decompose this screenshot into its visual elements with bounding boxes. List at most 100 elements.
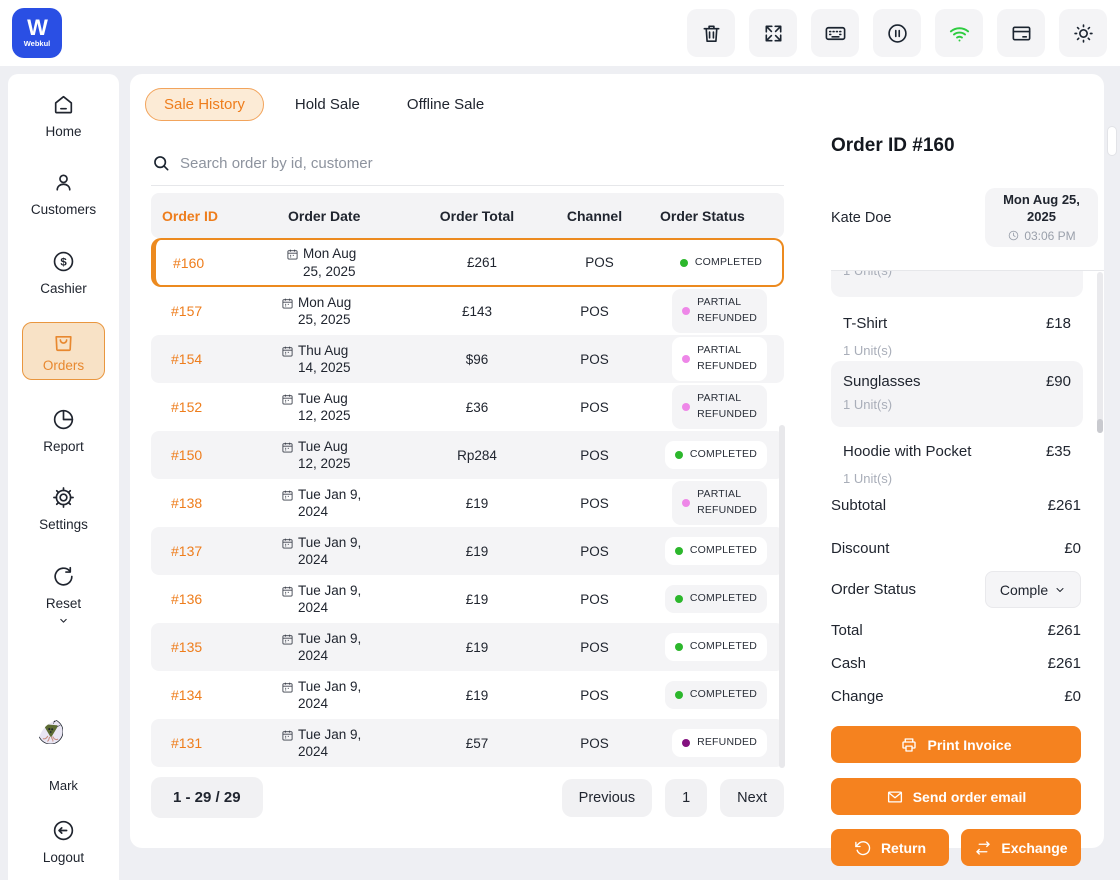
sidebar-item-report[interactable]: Report [8, 407, 119, 454]
table-row[interactable]: #138Tue Jan 9, 2024£19POSPARTIAL REFUNDE… [151, 479, 784, 527]
card-machine-icon[interactable] [997, 9, 1045, 57]
order-id-link[interactable]: #152 [151, 399, 277, 415]
order-total-cell: £143 [417, 304, 537, 319]
calendar-icon [281, 582, 294, 598]
order-id-link[interactable]: #131 [151, 735, 277, 751]
item-price: £90 [1046, 373, 1071, 390]
sidebar-item-settings[interactable]: Settings [8, 485, 119, 532]
order-id-link[interactable]: #135 [151, 639, 277, 655]
order-id-link[interactable]: #160 [156, 255, 282, 271]
cash-label: Cash [831, 655, 866, 672]
cash-value: £261 [1048, 655, 1081, 672]
order-total-cell: £19 [417, 544, 537, 559]
sidebar-item-orders[interactable]: Orders [22, 322, 105, 380]
return-button[interactable]: Return [831, 829, 949, 866]
search-input[interactable] [180, 155, 784, 172]
channel-cell: POS [537, 352, 652, 367]
sidebar-item-logout[interactable]: Logout [8, 818, 119, 865]
print-invoice-button[interactable]: Print Invoice [831, 726, 1081, 763]
sidebar-item-customers[interactable]: Customers [8, 170, 119, 217]
status-dot-icon [675, 547, 683, 555]
order-details-title: Order ID #160 [831, 135, 955, 157]
order-status-select[interactable]: Comple [985, 571, 1081, 608]
return-icon [854, 839, 872, 857]
pause-icon[interactable] [873, 9, 921, 57]
current-page-button[interactable]: 1 [665, 779, 707, 817]
order-status-cell: PARTIAL REFUNDED [652, 481, 784, 525]
exchange-button[interactable]: Exchange [961, 829, 1081, 866]
tab-hold-sale[interactable]: Hold Sale [295, 96, 360, 113]
order-id-link[interactable]: #138 [151, 495, 277, 511]
order-id-link[interactable]: #136 [151, 591, 277, 607]
table-row[interactable]: #131Tue Jan 9, 2024£57POSREFUNDED [151, 719, 784, 767]
keyboard-icon[interactable] [811, 9, 859, 57]
channel-cell: POS [537, 544, 652, 559]
next-page-button[interactable]: Next [720, 779, 784, 817]
order-id-link[interactable]: #137 [151, 543, 277, 559]
items-scrollbar[interactable] [1097, 272, 1103, 433]
channel-cell: POS [537, 592, 652, 607]
table-row[interactable]: #135Tue Jan 9, 2024£19POSCOMPLETED [151, 623, 784, 671]
order-id-link[interactable]: #157 [151, 303, 277, 319]
table-row[interactable]: #160Mon Aug 25, 2025£261POSCOMPLETED [151, 238, 784, 287]
calendar-icon [281, 630, 294, 646]
order-status-cell: PARTIAL REFUNDED [652, 289, 784, 333]
sidebar-item-reset[interactable]: Reset [8, 564, 119, 627]
order-date-cell: Tue Jan 9, 2024 [277, 582, 417, 617]
status-dot-icon [682, 403, 690, 411]
chevron-down-icon [57, 614, 70, 627]
channel-cell: POS [542, 255, 657, 270]
order-date-cell: Tue Jan 9, 2024 [277, 726, 417, 761]
logo-letter: W [27, 18, 47, 38]
tab-sale-history[interactable]: Sale History [145, 88, 264, 121]
table-row[interactable]: #152Tue Aug 12, 2025£36POSPARTIAL REFUND… [151, 383, 784, 431]
order-status-cell: COMPLETED [652, 585, 784, 613]
trash-icon[interactable] [687, 9, 735, 57]
wifi-icon[interactable] [935, 9, 983, 57]
calendar-icon [281, 294, 294, 310]
pagination-range: 1 - 29 / 29 [151, 777, 263, 818]
table-row[interactable]: #154Thu Aug 14, 2025$96POSPARTIAL REFUND… [151, 335, 784, 383]
sidebar-item-cashier[interactable]: $Cashier [8, 249, 119, 296]
table-row[interactable]: #157Mon Aug 25, 2025£143POSPARTIAL REFUN… [151, 287, 784, 335]
previous-page-button[interactable]: Previous [562, 779, 652, 817]
subtotal-row: Subtotal £261 [831, 497, 1081, 514]
customers-icon [51, 170, 76, 195]
table-row[interactable]: #137Tue Jan 9, 2024£19POSCOMPLETED [151, 527, 784, 575]
send-order-email-button[interactable]: Send order email [831, 778, 1081, 815]
calendar-icon [281, 486, 294, 502]
calendar-icon [281, 726, 294, 742]
channel-cell: POS [537, 448, 652, 463]
order-id-link[interactable]: #150 [151, 447, 277, 463]
envelope-icon [886, 788, 904, 806]
calendar-icon [281, 390, 294, 406]
sidebar: Home Customers $Cashier Orders Report Setting… [8, 74, 119, 880]
order-date-cell: Tue Jan 9, 2024 [277, 630, 417, 665]
order-id-link[interactable]: #134 [151, 687, 277, 703]
window-scrollbar-thumb[interactable] [1107, 126, 1117, 156]
status-badge: PARTIAL REFUNDED [672, 385, 767, 429]
printer-icon [900, 736, 918, 754]
sidebar-user[interactable]: Mark [8, 719, 119, 793]
fullscreen-icon[interactable] [749, 9, 797, 57]
table-scrollbar[interactable] [779, 425, 785, 768]
header-order-total: Order Total [417, 208, 537, 224]
table-row[interactable]: #136Tue Jan 9, 2024£19POSCOMPLETED [151, 575, 784, 623]
discount-value: £0 [1064, 540, 1081, 557]
calendar-icon [281, 438, 294, 454]
table-row[interactable]: #134Tue Jan 9, 2024£19POSCOMPLETED [151, 671, 784, 719]
header-channel: Channel [537, 208, 652, 224]
table-body: #160Mon Aug 25, 2025£261POSCOMPLETED#157… [151, 238, 784, 767]
status-badge: COMPLETED [665, 441, 767, 469]
order-total-cell: £19 [417, 640, 537, 655]
sidebar-item-home[interactable]: Home [8, 92, 119, 139]
table-row[interactable]: #150Tue Aug 12, 2025Rp284POSCOMPLETED [151, 431, 784, 479]
brightness-icon[interactable] [1059, 9, 1107, 57]
order-status-cell: PARTIAL REFUNDED [652, 337, 784, 381]
order-id-link[interactable]: #154 [151, 351, 277, 367]
tab-offline-sale[interactable]: Offline Sale [407, 96, 484, 113]
customer-row: Kate Doe Mon Aug 25, 2025 03:06 PM [831, 188, 1098, 247]
reset-icon [51, 564, 76, 589]
change-value: £0 [1064, 688, 1081, 705]
orders-icon [51, 329, 76, 354]
